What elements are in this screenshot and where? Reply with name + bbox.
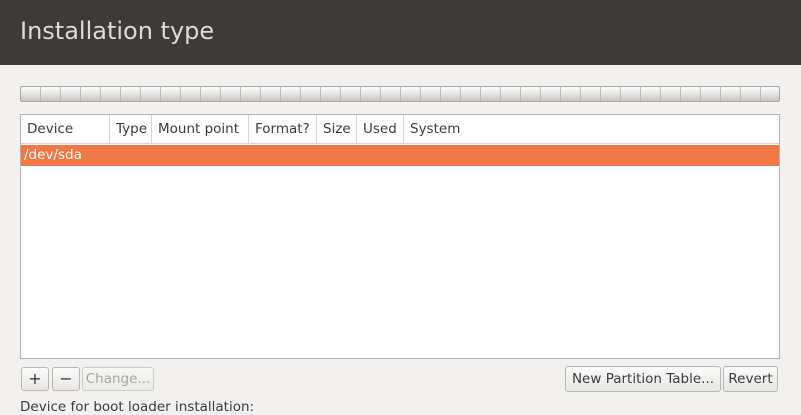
partition-bar-tick — [700, 87, 701, 101]
partition-bar-tick — [100, 87, 101, 101]
column-header-used[interactable]: Used — [357, 115, 404, 143]
partition-bar-tick — [200, 87, 201, 101]
partition-bar-tick — [540, 87, 541, 101]
partition-bar-tick — [600, 87, 601, 101]
column-header-device[interactable]: Device — [21, 115, 110, 143]
partition-bar-tick — [240, 87, 241, 101]
column-header-format[interactable]: Format? — [249, 115, 317, 143]
plus-icon: + — [28, 369, 42, 388]
partition-bar-tick — [360, 87, 361, 101]
add-partition-button[interactable]: + — [21, 367, 49, 391]
partition-bar-tick — [760, 87, 761, 101]
partition-bar-tick — [60, 87, 61, 101]
partition-bar-tick — [120, 87, 121, 101]
partition-bar-tick — [580, 87, 581, 101]
partition-table[interactable]: Device Type Mount point Format? Size Use… — [20, 114, 780, 359]
partition-bar-tick — [380, 87, 381, 101]
partition-bar-tick — [720, 87, 721, 101]
partition-bar-tick — [300, 87, 301, 101]
partition-bar-tick — [660, 87, 661, 101]
table-row[interactable]: /dev/sda — [21, 145, 779, 166]
partition-bar-tick — [640, 87, 641, 101]
remove-partition-button[interactable]: − — [52, 367, 80, 391]
revert-button[interactable]: Revert — [723, 366, 778, 392]
partition-bar-tick — [500, 87, 501, 101]
change-button[interactable]: Change... — [82, 367, 154, 391]
boot-loader-label: Device for boot loader installation: — [20, 399, 255, 415]
partition-bar-tick — [260, 87, 261, 101]
partition-bar-tick — [400, 87, 401, 101]
partition-bar — [20, 86, 780, 102]
partition-bar-tick — [620, 87, 621, 101]
new-partition-table-button[interactable]: New Partition Table... — [565, 366, 721, 392]
partition-bar-tick — [480, 87, 481, 101]
minus-icon: − — [59, 369, 73, 388]
partition-bar-tick — [440, 87, 441, 101]
partition-bar-tick — [160, 87, 161, 101]
column-header-type[interactable]: Type — [110, 115, 152, 143]
partition-bar-tick — [520, 87, 521, 101]
column-header-size[interactable]: Size — [317, 115, 357, 143]
column-header-mount-point[interactable]: Mount point — [152, 115, 249, 143]
table-header: Device Type Mount point Format? Size Use… — [21, 115, 779, 144]
partition-bar-tick — [180, 87, 181, 101]
partition-bar-tick — [40, 87, 41, 101]
partition-bar-tick — [220, 87, 221, 101]
partition-bar-tick — [140, 87, 141, 101]
partition-bar-tick — [680, 87, 681, 101]
header-bar: Installation type — [0, 0, 801, 65]
device-cell: /dev/sda — [24, 147, 82, 163]
partition-bar-tick — [460, 87, 461, 101]
partition-bar-tick — [80, 87, 81, 101]
partition-bar-tick — [320, 87, 321, 101]
partition-bar-tick — [740, 87, 741, 101]
partition-bar-tick — [280, 87, 281, 101]
partition-bar-tick — [340, 87, 341, 101]
partition-bar-tick — [420, 87, 421, 101]
column-header-system[interactable]: System — [404, 115, 524, 143]
partition-bar-tick — [560, 87, 561, 101]
page-title: Installation type — [20, 17, 215, 45]
